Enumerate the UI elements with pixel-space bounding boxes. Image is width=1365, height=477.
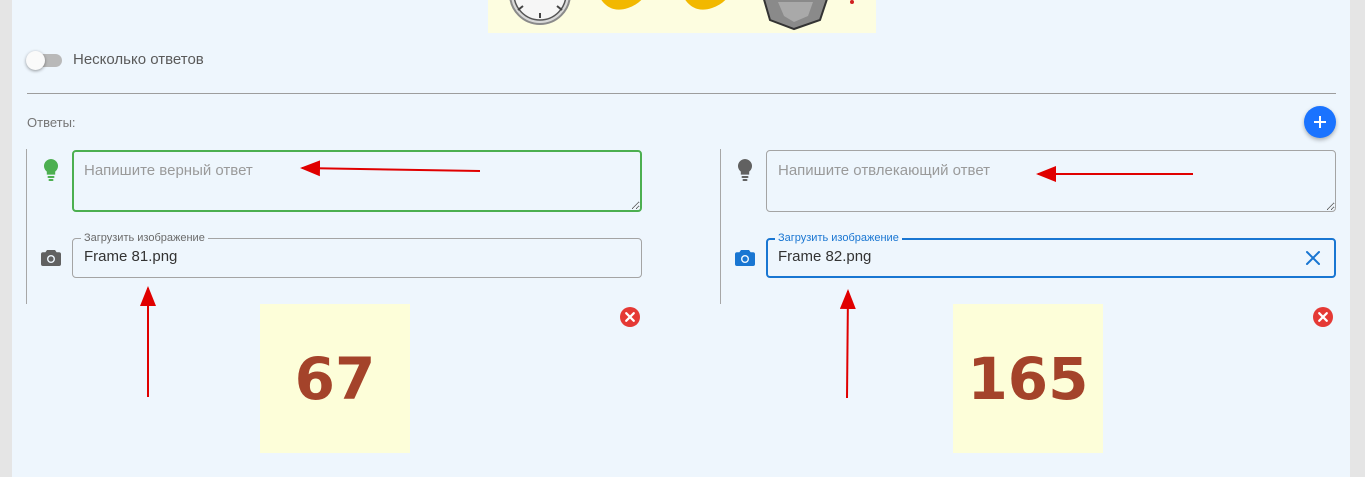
camera-icon[interactable]: [735, 249, 755, 266]
upload-field-label: Загрузить изображение: [775, 231, 902, 245]
correct-answer-input[interactable]: [72, 150, 642, 212]
correct-image-preview: 67: [260, 304, 410, 453]
lightbulb-icon: [44, 159, 58, 181]
remove-distractor-image-button[interactable]: [1313, 307, 1333, 327]
toggle-thumb: [26, 51, 45, 70]
add-answer-button[interactable]: [1304, 106, 1336, 138]
question-image-graphic: [509, 0, 854, 31]
camera-icon[interactable]: [41, 249, 61, 266]
correct-image-upload-field[interactable]: Загрузить изображение Frame 81.png: [72, 231, 642, 278]
distractor-image-text: 165: [967, 344, 1089, 413]
upload-file-name: Frame 82.png: [778, 248, 872, 265]
answer-group-border: [720, 149, 721, 304]
remove-correct-image-button[interactable]: [620, 307, 640, 327]
multiple-answers-label: Несколько ответов: [73, 51, 204, 68]
upload-field-label: Загрузить изображение: [81, 231, 208, 245]
lightbulb-icon: [738, 159, 752, 181]
multiple-answers-toggle[interactable]: [26, 51, 62, 70]
close-icon[interactable]: [1304, 249, 1322, 267]
divider: [27, 93, 1336, 94]
plus-icon: [1314, 116, 1326, 128]
answers-section-label: Ответы:: [27, 115, 76, 130]
answer-group-border: [26, 149, 27, 304]
question-image: [488, 0, 876, 33]
distractor-image-upload-field[interactable]: Загрузить изображение Frame 82.png: [766, 231, 1336, 278]
distractor-answer-input[interactable]: [766, 150, 1336, 212]
upload-file-name: Frame 81.png: [84, 248, 178, 265]
correct-image-text: 67: [294, 344, 376, 413]
distractor-image-preview: 165: [953, 304, 1103, 453]
